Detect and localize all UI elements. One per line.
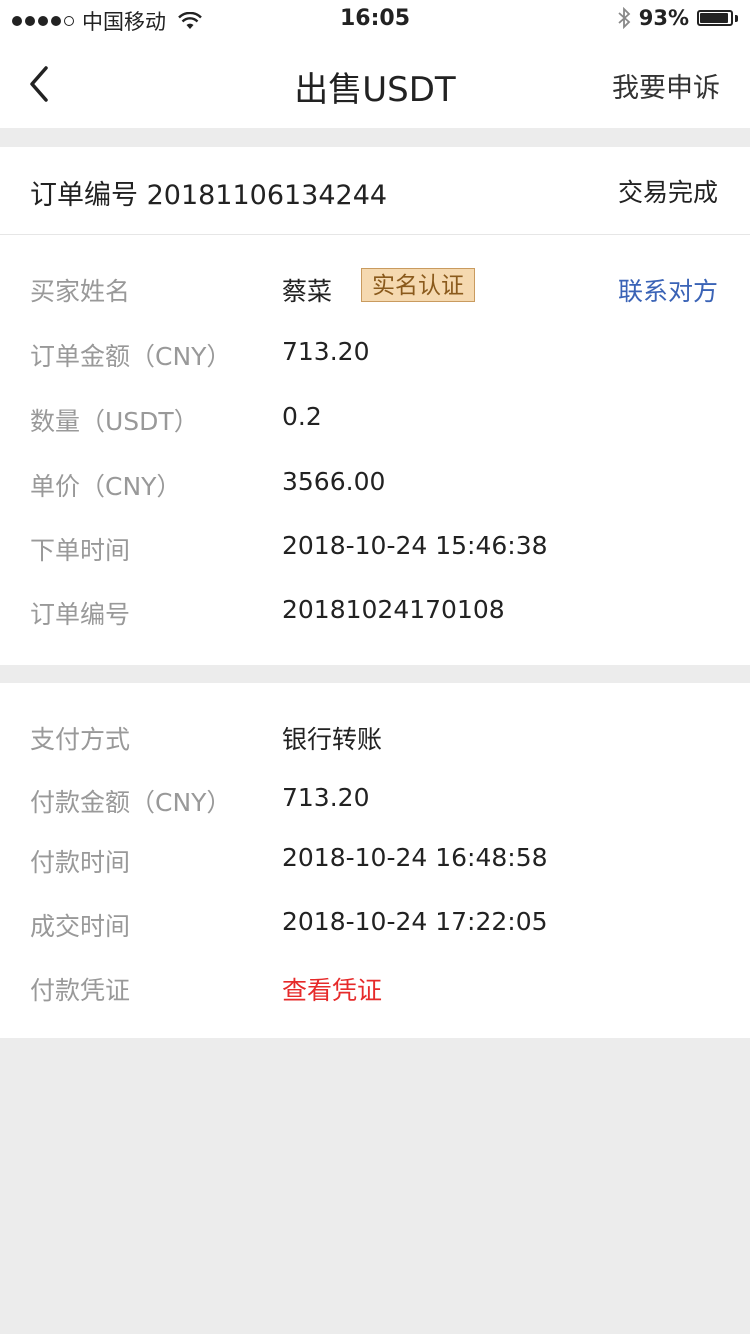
buyer-row: 买家姓名 蔡菜 实名认证 联系对方 (0, 268, 750, 312)
row-label: 支付方式 (30, 725, 131, 754)
nav-bar: 出售USDT 我要申诉 (0, 40, 750, 128)
order-amount-row: 订单金额（CNY） 713.20 (0, 337, 750, 377)
battery-fill (700, 13, 728, 23)
bluetooth-icon (618, 7, 631, 29)
payment-method-row: 支付方式 银行转账 (0, 720, 750, 760)
order-id-row: 订单编号 20181024170108 (0, 595, 750, 635)
row-label: 下单时间 (30, 536, 131, 565)
row-value: 20181024170108 (282, 595, 505, 624)
row-label: 付款金额（CNY） (30, 788, 232, 817)
view-proof-link[interactable]: 查看凭证 (282, 971, 382, 1007)
quantity-row: 数量（USDT） 0.2 (0, 402, 750, 442)
row-label: 付款时间 (30, 848, 131, 877)
row-label: 单价（CNY） (30, 472, 182, 501)
order-status: 交易完成 (617, 178, 718, 207)
order-number: 订单编号 20181106134244 (30, 180, 388, 211)
verified-badge: 实名认证 (361, 268, 475, 302)
buyer-label: 买家姓名 (30, 277, 131, 306)
row-label: 成交时间 (30, 912, 131, 941)
row-label: 数量（USDT） (30, 407, 199, 436)
unit-price-row: 单价（CNY） 3566.00 (0, 467, 750, 507)
payment-details-card: 支付方式 银行转账 付款金额（CNY） 713.20 付款时间 2018-10-… (0, 683, 750, 1038)
order-time-row: 下单时间 2018-10-24 15:46:38 (0, 531, 750, 571)
payment-time-row: 付款时间 2018-10-24 16:48:58 (0, 843, 750, 883)
row-value: 银行转账 (282, 725, 383, 754)
status-right: 93% (617, 6, 738, 30)
row-value: 0.2 (282, 402, 322, 431)
status-bar: 中国移动 16:05 93% (0, 0, 750, 40)
appeal-button[interactable]: 我要申诉 (612, 66, 720, 105)
row-value: 713.20 (282, 337, 370, 366)
row-value: 713.20 (282, 783, 370, 812)
deal-time-row: 成交时间 2018-10-24 17:22:05 (0, 907, 750, 947)
battery-percent: 93% (638, 6, 689, 30)
row-value: 2018-10-24 16:48:58 (282, 843, 548, 872)
row-value: 2018-10-24 15:46:38 (282, 531, 548, 560)
row-label: 订单编号 (30, 600, 131, 629)
payment-proof-row: 付款凭证 查看凭证 (0, 971, 750, 1011)
buyer-name: 蔡菜 (282, 277, 333, 306)
row-label: 订单金额（CNY） (30, 342, 232, 371)
battery-tip (735, 14, 738, 22)
row-label: 付款凭证 (30, 976, 131, 1005)
payment-amount-row: 付款金额（CNY） 713.20 (0, 783, 750, 823)
row-value: 3566.00 (282, 467, 386, 496)
battery-icon (697, 10, 733, 26)
order-details-card: 订单编号 20181106134244 交易完成 买家姓名 蔡菜 实名认证 联系… (0, 147, 750, 665)
contact-buyer-link[interactable]: 联系对方 (618, 272, 718, 308)
row-value: 2018-10-24 17:22:05 (282, 907, 548, 936)
order-header: 订单编号 20181106134244 交易完成 (0, 147, 750, 235)
